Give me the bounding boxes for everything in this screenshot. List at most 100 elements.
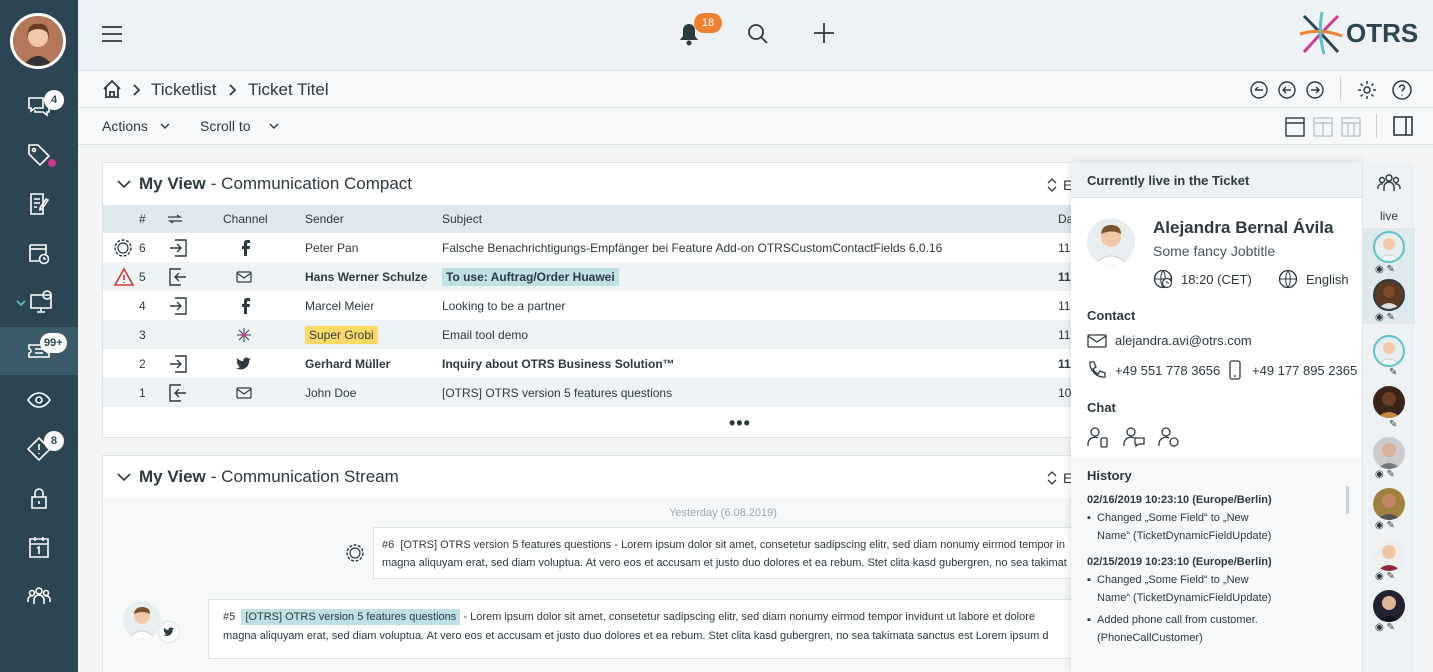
- help-icon[interactable]: [1391, 79, 1413, 101]
- contact-phone[interactable]: +49 551 778 3656: [1087, 360, 1220, 380]
- table-row[interactable]: 5 Hans Werner Schulze To use: Auftrag/Or…: [103, 262, 1101, 291]
- sidebar-item-monitor[interactable]: [0, 278, 78, 326]
- sidebar-item-calendar[interactable]: [0, 523, 78, 571]
- layout-two-col-icon[interactable]: [1312, 116, 1334, 138]
- history-timestamp: 02/15/2019 10:23:10 (Europe/Berlin): [1087, 556, 1272, 568]
- chevron-down-icon[interactable]: [117, 472, 131, 482]
- col-direction[interactable]: [167, 205, 223, 233]
- message-num: #5: [223, 611, 236, 623]
- home-icon[interactable]: [102, 79, 122, 99]
- history-section: History 02/16/2019 10:23:10 (Europe/Berl…: [1071, 458, 1363, 672]
- live-user-avatar[interactable]: [1373, 590, 1405, 622]
- notes-icon: [30, 193, 50, 215]
- chat-message-icon[interactable]: [1123, 426, 1145, 448]
- contact-mobile-value: +49 177 895 2365: [1252, 362, 1358, 378]
- contact-email[interactable]: alejandra.avi@otrs.com: [1087, 333, 1252, 348]
- team-icon[interactable]: [1376, 171, 1402, 195]
- sidebar-item-escalations[interactable]: 8: [0, 425, 78, 473]
- history-scrollbar[interactable]: [1346, 486, 1349, 514]
- agent-jobtitle: Some fancy Jobtitle: [1153, 243, 1276, 259]
- widget-header[interactable]: My View - Communication Compact: [103, 163, 1101, 205]
- live-user-avatar[interactable]: [1373, 437, 1405, 469]
- sidebar-toggle-icon[interactable]: [1392, 115, 1414, 137]
- col-num[interactable]: #: [139, 205, 167, 233]
- table-row[interactable]: 6 Peter Pan Falsche Benachrichtigungs-Em…: [103, 233, 1101, 262]
- calendar-clock-icon: [29, 244, 50, 265]
- live-user-avatar[interactable]: [1373, 335, 1405, 367]
- search-icon[interactable]: [746, 22, 770, 46]
- user-avatar[interactable]: [10, 13, 66, 69]
- history-back-icon[interactable]: [1249, 80, 1269, 100]
- live-user-avatar[interactable]: [1373, 386, 1405, 418]
- arrow-right-icon[interactable]: [1305, 80, 1325, 100]
- widget-header[interactable]: My View - Communication Stream: [103, 456, 1101, 498]
- live-user-avatar[interactable]: [1373, 488, 1405, 520]
- layout-single-icon[interactable]: [1284, 116, 1306, 138]
- col-subject[interactable]: Subject: [442, 205, 1058, 233]
- chat-title: Chat: [1087, 400, 1116, 415]
- contact-email-value: alejandra.avi@otrs.com: [1115, 333, 1252, 348]
- sidebar-item-calendar-clock[interactable]: [0, 229, 78, 277]
- live-user-avatar[interactable]: [1373, 539, 1405, 571]
- history-text: Changed „Some Field“ to „New: [1097, 574, 1249, 586]
- menu-icon[interactable]: [100, 22, 124, 46]
- contact-mobile[interactable]: +49 177 895 2365: [1228, 360, 1357, 380]
- scroll-to-dropdown[interactable]: Scroll to: [200, 118, 279, 134]
- pencil-icon: ✎: [1389, 367, 1398, 378]
- table-row[interactable]: 2 Gerhard Müller Inquiry about OTRS Busi…: [103, 349, 1101, 378]
- eye-pencil-icon: ◉ ✎: [1375, 264, 1395, 275]
- sidebar-item-tags[interactable]: [0, 131, 78, 179]
- col-channel[interactable]: Channel: [223, 205, 305, 233]
- eye-pencil-icon: ◉ ✎: [1375, 312, 1395, 323]
- sender-avatar: [123, 601, 161, 639]
- otrs-logo: OTRS: [1298, 10, 1418, 56]
- eye-pencil-icon: ◉ ✎: [1375, 622, 1395, 633]
- row-subject: To use: Auftrag/Order Huawei: [442, 267, 619, 286]
- arrow-left-icon[interactable]: [1277, 80, 1297, 100]
- globe-icon: [1278, 269, 1298, 289]
- plus-icon[interactable]: [812, 21, 836, 45]
- live-user-avatar[interactable]: [1373, 279, 1405, 311]
- row-num: 3: [139, 320, 167, 349]
- actions-dropdown[interactable]: Actions: [102, 118, 170, 134]
- sidebar-item-chat[interactable]: 4: [0, 82, 78, 130]
- message-bubble[interactable]: #6 [OTRS] OTRS version 5 features questi…: [373, 527, 1113, 579]
- gear-icon[interactable]: [1356, 79, 1378, 101]
- expand-control[interactable]: E: [1047, 177, 1072, 193]
- tags-dot: [48, 159, 56, 167]
- table-row[interactable]: 3 Super Grobi Email tool demo 11: [103, 320, 1101, 349]
- live-panel-header: Currently live in the Ticket: [1071, 162, 1363, 198]
- table-row[interactable]: 4 Marcel Meier Looking to be a partner 1…: [103, 291, 1101, 320]
- sidebar-item-watch[interactable]: [0, 376, 78, 424]
- row-sender: John Doe: [305, 378, 442, 407]
- col-sender[interactable]: Sender: [305, 205, 442, 233]
- table-row[interactable]: 1 John Doe [OTRS] OTRS version 5 feature…: [103, 378, 1101, 407]
- scroll-to-label: Scroll to: [200, 118, 251, 134]
- live-label: live: [1379, 209, 1398, 223]
- history-text: Changed „Some Field“ to „New: [1097, 512, 1249, 524]
- expand-control[interactable]: E: [1047, 470, 1072, 486]
- eye-pencil-icon: ◉ ✎: [1375, 571, 1395, 582]
- tickets-badge: 99+: [40, 333, 67, 353]
- row-num: 5: [139, 262, 167, 291]
- incoming-icon: [170, 354, 187, 373]
- sidebar-item-tickets[interactable]: 99+: [0, 327, 78, 375]
- facebook-icon: [242, 239, 250, 256]
- more-icon[interactable]: •••: [729, 413, 751, 434]
- email-icon: [1087, 333, 1107, 348]
- sidebar-item-teams[interactable]: [0, 572, 78, 620]
- breadcrumb-ticketlist[interactable]: Ticketlist: [151, 80, 217, 100]
- topbar: 18 OTRS: [78, 0, 1433, 70]
- widget-subtitle: - Communication Compact: [210, 174, 413, 193]
- live-user-avatar[interactable]: [1373, 231, 1405, 263]
- chat-phone-icon[interactable]: [1087, 426, 1109, 448]
- chat-video-icon[interactable]: [1158, 426, 1180, 448]
- layout-three-col-icon[interactable]: [1340, 116, 1362, 138]
- facebook-icon: [242, 297, 250, 314]
- sidebar-item-lock[interactable]: [0, 474, 78, 522]
- message-text: magna aliquyam erat, sed diam voluptua. …: [382, 557, 1067, 569]
- chevron-down-icon[interactable]: [117, 179, 131, 189]
- sidebar-item-notes[interactable]: [0, 180, 78, 228]
- row-subject: Inquiry about OTRS Business Solution™: [442, 356, 675, 371]
- message-bubble[interactable]: #5 [OTRS] OTRS version 5 features questi…: [208, 599, 1088, 659]
